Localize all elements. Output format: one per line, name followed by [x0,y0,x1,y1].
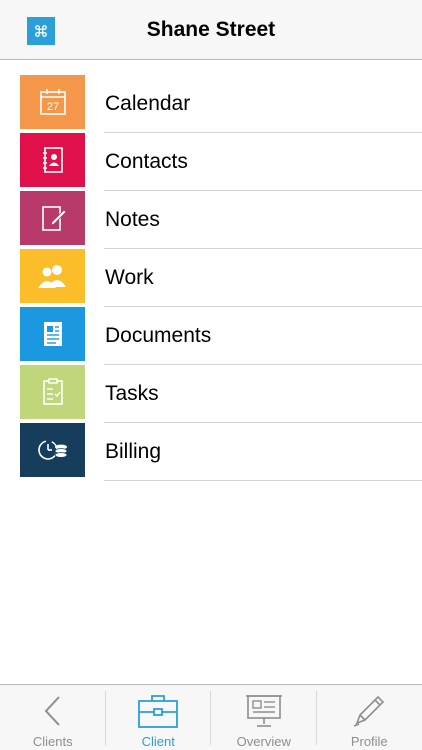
calendar-day-number: 27 [46,101,58,113]
page-title: Shane Street [146,18,276,41]
menu-item-label: Calendar [105,92,191,115]
briefcase-icon [138,695,179,728]
menu-item-label: Work [105,266,154,289]
work-tile [20,249,85,303]
menu-item-label: Documents [105,324,212,347]
tasks-tile [20,365,85,419]
clock-coins-icon [37,440,67,460]
divider [104,480,422,481]
client-menu-list: 27 Calendar Contacts Notes Work Document… [0,75,422,481]
tab-overview[interactable]: Overview [211,685,317,750]
note-edit-icon [41,206,67,231]
document-icon [43,322,62,346]
menu-item-calendar[interactable]: 27 Calendar [0,75,422,133]
presentation-board-icon [245,695,282,727]
documents-tile [20,307,85,361]
notes-tile [20,191,85,245]
tab-label: Client [141,734,175,749]
chevron-left-icon [44,696,60,726]
people-icon [37,265,66,288]
menu-item-notes[interactable]: Notes [0,191,422,249]
bottom-tab-bar: Clients Client Overview Profile [0,684,422,750]
menu-item-billing[interactable]: Billing [0,423,422,481]
billing-tile [20,423,85,477]
menu-item-label: Tasks [105,382,159,405]
menu-item-label: Contacts [105,150,188,173]
tab-label: Overview [236,734,291,749]
menu-item-label: Notes [105,208,160,231]
address-book-icon [42,147,63,173]
pencil-icon [353,695,385,727]
tab-clients[interactable]: Clients [0,685,106,750]
calendar-tile: 27 [20,75,85,129]
menu-item-documents[interactable]: Documents [0,307,422,365]
tab-profile[interactable]: Profile [317,685,422,750]
contacts-tile [20,133,85,187]
checklist-icon [42,378,63,405]
menu-item-label: Billing [105,440,162,463]
nav-header: Shane Street [0,0,422,60]
tab-client[interactable]: Client [106,685,211,750]
menu-item-tasks[interactable]: Tasks [0,365,422,423]
menu-item-contacts[interactable]: Contacts [0,133,422,191]
tab-label: Clients [32,734,73,749]
tab-label: Profile [350,734,388,749]
menu-item-work[interactable]: Work [0,249,422,307]
calendar-icon: 27 [39,89,66,115]
